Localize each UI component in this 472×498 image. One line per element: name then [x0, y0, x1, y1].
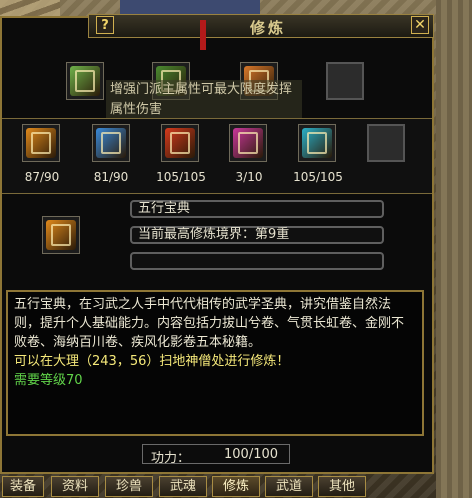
book-orange-icon — [46, 220, 76, 250]
top-slot-1[interactable] — [66, 62, 104, 100]
location-text: 可以在大理（243，56）扫地神僧处进行修炼！ — [14, 354, 290, 369]
book-slot-3[interactable] — [161, 124, 199, 162]
book-slot-2[interactable] — [92, 124, 130, 162]
book-blue-green-icon — [96, 128, 126, 158]
book-slot-1[interactable] — [22, 124, 60, 162]
book-red-icon — [165, 128, 195, 158]
description-box: 五行宝典，在习武之人手中代代相传的武学圣典，讲究借鉴自然法则，提升个人基础能力。… — [6, 290, 424, 436]
help-button[interactable]: ? — [96, 16, 114, 34]
book-name-field: 五行宝典 — [130, 200, 384, 218]
close-button[interactable]: ✕ — [411, 16, 429, 34]
book-slot-6-empty[interactable] — [367, 124, 405, 162]
book-magenta-icon — [233, 128, 263, 158]
book-green-icon — [70, 66, 100, 96]
tooltip: 增强门派主属性可最大限度发挥属性伤害 — [106, 80, 302, 122]
tab-pets[interactable]: 珍兽 — [105, 476, 153, 497]
window-title: 修炼 — [249, 19, 286, 37]
power-value: 100/100 — [224, 447, 279, 462]
book-slot-4[interactable] — [229, 124, 267, 162]
requirement-text: 需要等级70 — [14, 373, 83, 388]
power-label: 功力： — [151, 451, 191, 466]
realm-field: 当前最高修炼境界：第9重 — [130, 226, 384, 244]
book-count-1: 87/90 — [24, 170, 60, 184]
stone-wall-background — [436, 0, 472, 498]
extra-field — [130, 252, 384, 270]
tab-cultivation[interactable]: 修炼 — [212, 476, 260, 497]
ornament-tassel — [200, 20, 206, 50]
description-text: 五行宝典，在习武之人手中代代相传的武学圣典，讲究借鉴自然法则，提升个人基础能力。… — [14, 297, 405, 350]
tab-equipment[interactable]: 装备 — [2, 476, 44, 497]
selected-book-slot[interactable] — [42, 216, 80, 254]
book-orange-icon — [26, 128, 56, 158]
book-cyan-icon — [302, 128, 332, 158]
tab-profile[interactable]: 资料 — [51, 476, 99, 497]
book-slot-5[interactable] — [298, 124, 336, 162]
book-count-3: 105/105 — [156, 170, 206, 184]
bottom-tab-bar: 装备 资料 珍兽 武魂 修炼 武道 其他 — [0, 474, 472, 498]
book-count-4: 3/10 — [235, 170, 263, 184]
tab-martial-way[interactable]: 武道 — [265, 476, 313, 497]
book-count-2: 81/90 — [93, 170, 129, 184]
book-count-5: 105/105 — [293, 170, 343, 184]
top-slot-4-empty[interactable] — [326, 62, 364, 100]
tab-other[interactable]: 其他 — [318, 476, 366, 497]
tab-martial-soul[interactable]: 武魂 — [159, 476, 207, 497]
